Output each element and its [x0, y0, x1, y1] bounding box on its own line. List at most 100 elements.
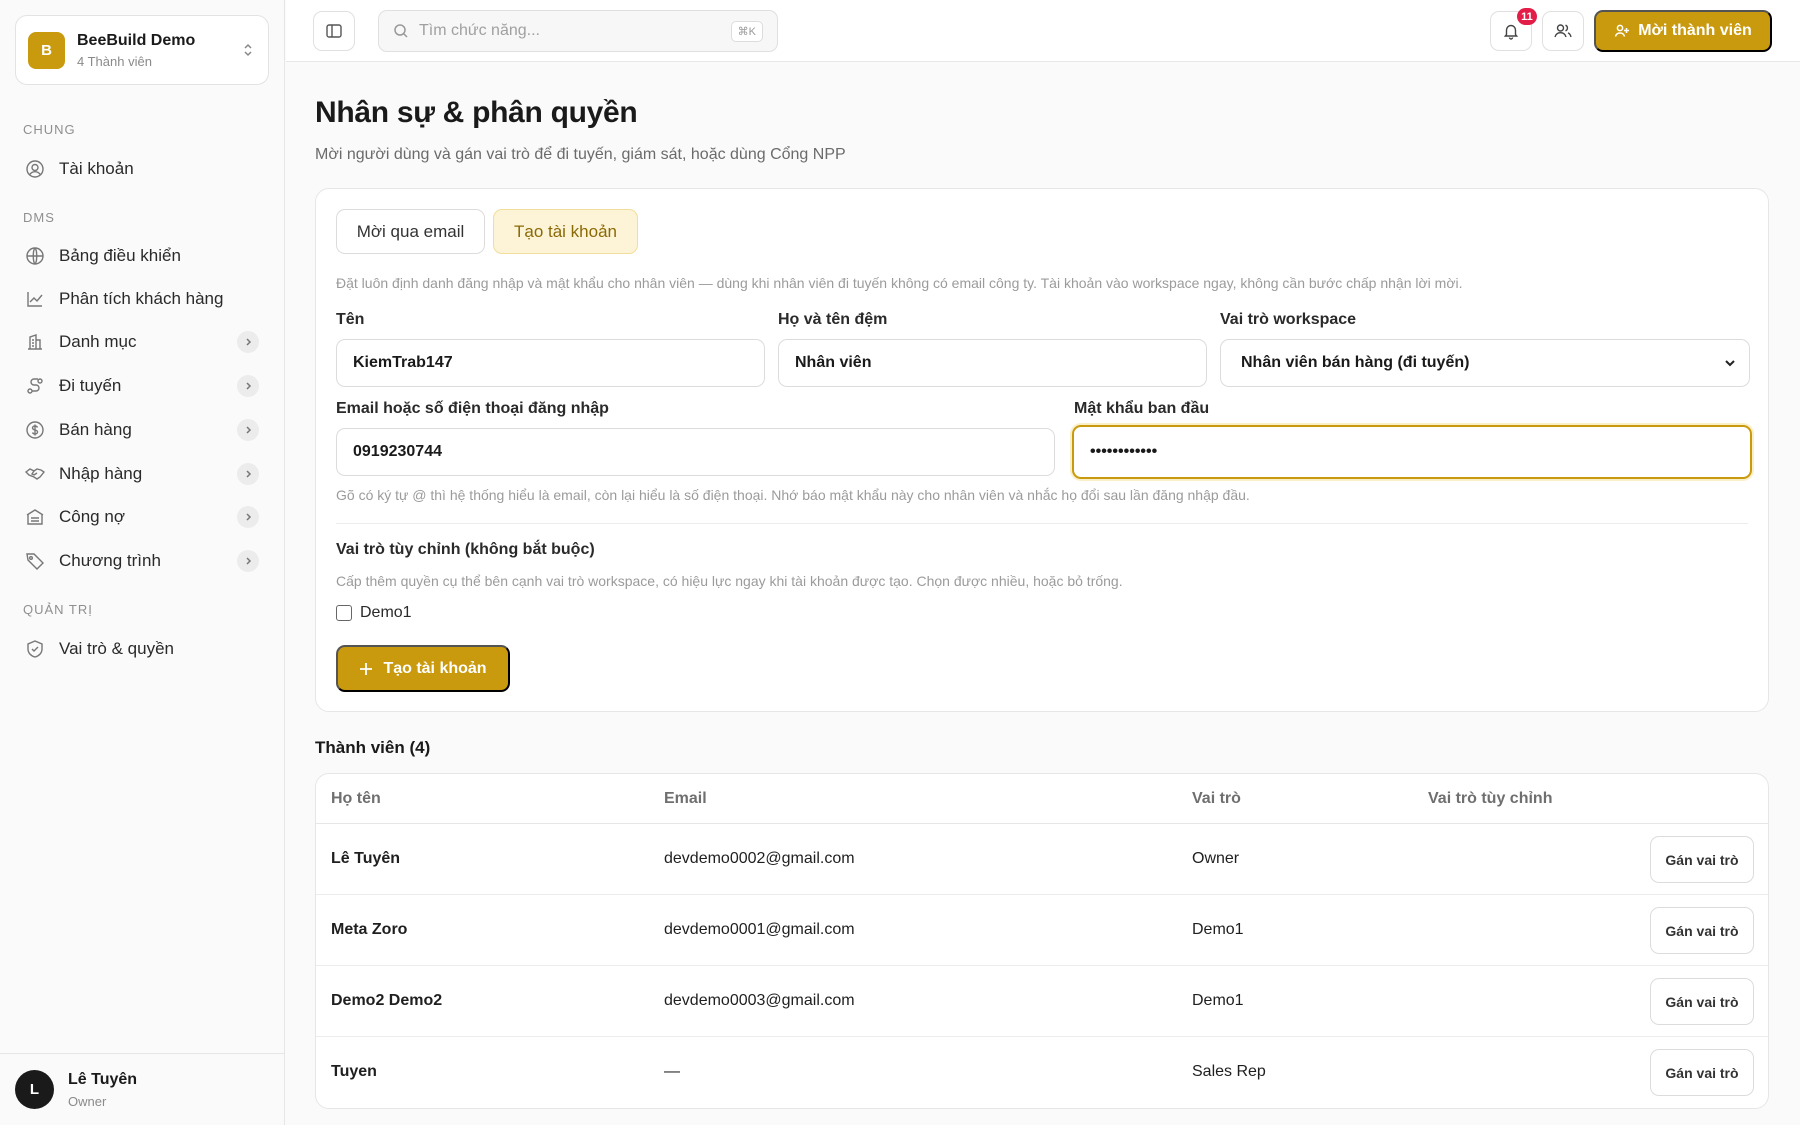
section-label-dms: DMS [23, 210, 55, 225]
sidebar-item-programs[interactable]: Chương trình [15, 542, 269, 580]
custom-role-option[interactable]: Demo1 [336, 604, 412, 622]
shield-icon [25, 639, 45, 659]
tab-invite-email[interactable]: Mời qua email [336, 209, 485, 254]
member-role: Owner [1192, 850, 1240, 867]
chevron-down-icon [1723, 356, 1737, 370]
member-role: Demo1 [1192, 921, 1244, 938]
column-header: Vai trò tùy chỉnh [1428, 790, 1553, 807]
workspace-role-select[interactable]: Nhân viên bán hàng (đi tuyến) [1220, 339, 1750, 387]
password-label: Mật khẩu ban đầu [1074, 400, 1210, 417]
team-button[interactable] [1542, 11, 1584, 51]
page-title: Nhân sự & phân quyền [315, 96, 638, 129]
sidebar-toggle-button[interactable] [313, 11, 355, 51]
first-name-field[interactable] [336, 339, 765, 387]
member-role: Demo1 [1192, 992, 1244, 1009]
sidebar-item-label: Tài khoản [59, 159, 134, 178]
invite-member-button[interactable]: Mời thành viên [1594, 10, 1772, 52]
sidebar-item-account[interactable]: Tài khoản [15, 150, 269, 188]
sidebar-item-label: Chương trình [59, 551, 161, 570]
sidebar-item-sales[interactable]: Bán hàng [15, 411, 269, 449]
sidebar-item-routes[interactable]: Đi tuyến [15, 367, 269, 405]
assign-role-button[interactable]: Gán vai trò [1650, 836, 1754, 883]
search-input[interactable] [419, 22, 731, 40]
create-account-label: Tạo tài khoản [383, 659, 487, 677]
tag-icon [25, 551, 45, 571]
chevron-right-icon [237, 550, 259, 572]
member-name: Lê Tuyên [331, 850, 401, 867]
chevron-right-icon [237, 506, 259, 528]
page-subtitle: Mời người dùng và gán vai trò để đi tuyế… [315, 146, 846, 163]
invite-member-label: Mời thành viên [1638, 22, 1752, 39]
column-header: Vai trò [1192, 790, 1241, 807]
workspace-member-count: 4 Thành viên [77, 53, 152, 69]
custom-role-hint: Cấp thêm quyền cụ thể bên cạnh vai trò w… [336, 573, 1123, 589]
member-email: devdemo0001@gmail.com [664, 921, 855, 938]
member-email: devdemo0003@gmail.com [664, 992, 855, 1009]
ledger-icon [25, 507, 45, 527]
workspace-role-label: Vai trò workspace [1220, 311, 1357, 328]
custom-role-option-label: Demo1 [360, 604, 412, 621]
member-email: devdemo0002@gmail.com [664, 850, 855, 867]
section-label-admin: QUẢN TRỊ [23, 602, 93, 617]
divider [336, 523, 1748, 524]
sidebar-panel-icon [325, 22, 343, 40]
search-box[interactable]: ⌘K [378, 10, 778, 52]
member-name: Tuyen [331, 1063, 377, 1080]
password-field[interactable] [1072, 425, 1752, 479]
sidebar-item-debt[interactable]: Công nợ [15, 498, 269, 536]
workspace-switcher[interactable]: B BeeBuild Demo 4 Thành viên [15, 15, 269, 85]
workspace-role-value: Nhân viên bán hàng (đi tuyến) [1241, 354, 1470, 371]
members-title: Thành viên (4) [315, 738, 431, 757]
member-name: Demo2 Demo2 [331, 992, 443, 1009]
member-email: — [664, 1063, 680, 1080]
notification-badge: 11 [1517, 8, 1537, 25]
last-name-field[interactable] [778, 339, 1207, 387]
sidebar-item-label: Danh mục [59, 332, 137, 351]
chevrons-up-down-icon [240, 42, 256, 58]
sidebar-item-catalog[interactable]: Danh mục [15, 323, 269, 361]
table-row: Demo2 Demo2 devdemo0003@gmail.com Demo1 … [316, 966, 1768, 1037]
trend-chart-icon [25, 289, 45, 309]
assign-role-button[interactable]: Gán vai trò [1650, 907, 1754, 954]
user-menu[interactable]: L Lê Tuyên Owner [0, 1053, 285, 1125]
plus-icon [359, 662, 373, 676]
section-label-chung: CHUNG [23, 122, 76, 137]
sidebar-item-dashboard[interactable]: Bảng điều khiển [15, 237, 269, 275]
table-header: Họ tên Email Vai trò Vai trò tùy chỉnh [316, 774, 1768, 824]
bell-icon [1502, 22, 1520, 40]
column-header: Email [664, 790, 707, 807]
custom-role-checkbox[interactable] [336, 605, 352, 621]
chevron-right-icon [237, 419, 259, 441]
assign-role-button[interactable]: Gán vai trò [1650, 978, 1754, 1025]
sidebar-item-customer-analytics[interactable]: Phân tích khách hàng [15, 280, 269, 318]
tab-create-account[interactable]: Tạo tài khoản [493, 209, 638, 254]
members-table: Họ tên Email Vai trò Vai trò tùy chỉnh L… [315, 773, 1769, 1109]
sidebar: B BeeBuild Demo 4 Thành viên CHUNG Tài k… [0, 0, 285, 1125]
table-row: Meta Zoro devdemo0001@gmail.com Demo1 Gá… [316, 895, 1768, 966]
notifications-button[interactable]: 11 [1490, 8, 1537, 51]
sidebar-item-label: Công nợ [59, 507, 125, 526]
globe-icon [25, 246, 45, 266]
member-role: Sales Rep [1192, 1063, 1266, 1080]
login-hint: Gõ có ký tự @ thì hệ thống hiểu là email… [336, 487, 1250, 503]
user-plus-icon [1614, 23, 1630, 39]
sidebar-item-label: Nhập hàng [59, 464, 143, 483]
table-row: Tuyen — Sales Rep Gán vai trò [316, 1037, 1768, 1108]
sidebar-item-label: Vai trò & quyền [59, 639, 174, 658]
dollar-circle-icon [25, 420, 45, 440]
search-icon [393, 23, 409, 39]
sidebar-item-roles[interactable]: Vai trò & quyền [15, 630, 269, 668]
user-circle-icon [25, 159, 45, 179]
assign-role-button[interactable]: Gán vai trò [1650, 1049, 1754, 1096]
first-name-label: Tên [336, 311, 365, 328]
create-account-button[interactable]: Tạo tài khoản [336, 645, 510, 692]
last-name-label: Họ và tên đệm [778, 311, 888, 328]
chevron-right-icon [237, 375, 259, 397]
chevron-right-icon [237, 463, 259, 485]
login-label: Email hoặc số điện thoại đăng nhập [336, 400, 609, 417]
sidebar-item-label: Bảng điều khiển [59, 246, 181, 265]
building-icon [25, 332, 45, 352]
handshake-icon [25, 464, 45, 484]
login-field[interactable] [336, 428, 1055, 476]
sidebar-item-purchasing[interactable]: Nhập hàng [15, 455, 269, 493]
